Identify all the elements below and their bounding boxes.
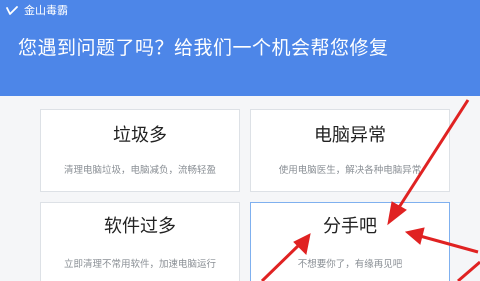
card-description: 立即清理不常用软件，加速电脑运行 [63, 259, 216, 270]
card-title: 软件过多 [104, 216, 176, 237]
option-card-junk[interactable]: 垃圾多 清理电脑垃圾，电脑减负，流畅轻盈 [40, 109, 240, 192]
option-card-too-many-software[interactable]: 软件过多 立即清理不常用软件，加速电脑运行 [40, 202, 240, 281]
card-title: 分手吧 [323, 216, 377, 237]
header-banner: 金山毒霸 您遇到问题了吗？给我们一个机会帮您修复 [0, 0, 480, 96]
app-title: 金山毒霸 [24, 4, 68, 17]
option-card-uninstall[interactable]: 分手吧 不想要你了，有缘再见吧 [250, 202, 450, 281]
card-description: 使用电脑医生，解决各种电脑异常 [278, 165, 422, 176]
card-title: 垃圾多 [113, 125, 167, 146]
app-title-bar: 金山毒霸 [6, 3, 68, 19]
duba-logo-icon [6, 6, 18, 15]
card-description: 不想要你了，有缘再见吧 [297, 259, 403, 270]
page-headline: 您遇到问题了吗？给我们一个机会帮您修复 [18, 37, 389, 59]
option-card-pc-abnormal[interactable]: 电脑异常 使用电脑医生，解决各种电脑异常 [250, 109, 450, 192]
card-description: 清理电脑垃圾，电脑减负，流畅轻盈 [63, 165, 216, 176]
options-panel: 垃圾多 清理电脑垃圾，电脑减负，流畅轻盈 电脑异常 使用电脑医生，解决各种电脑异… [0, 96, 480, 281]
card-title: 电脑异常 [314, 125, 386, 146]
